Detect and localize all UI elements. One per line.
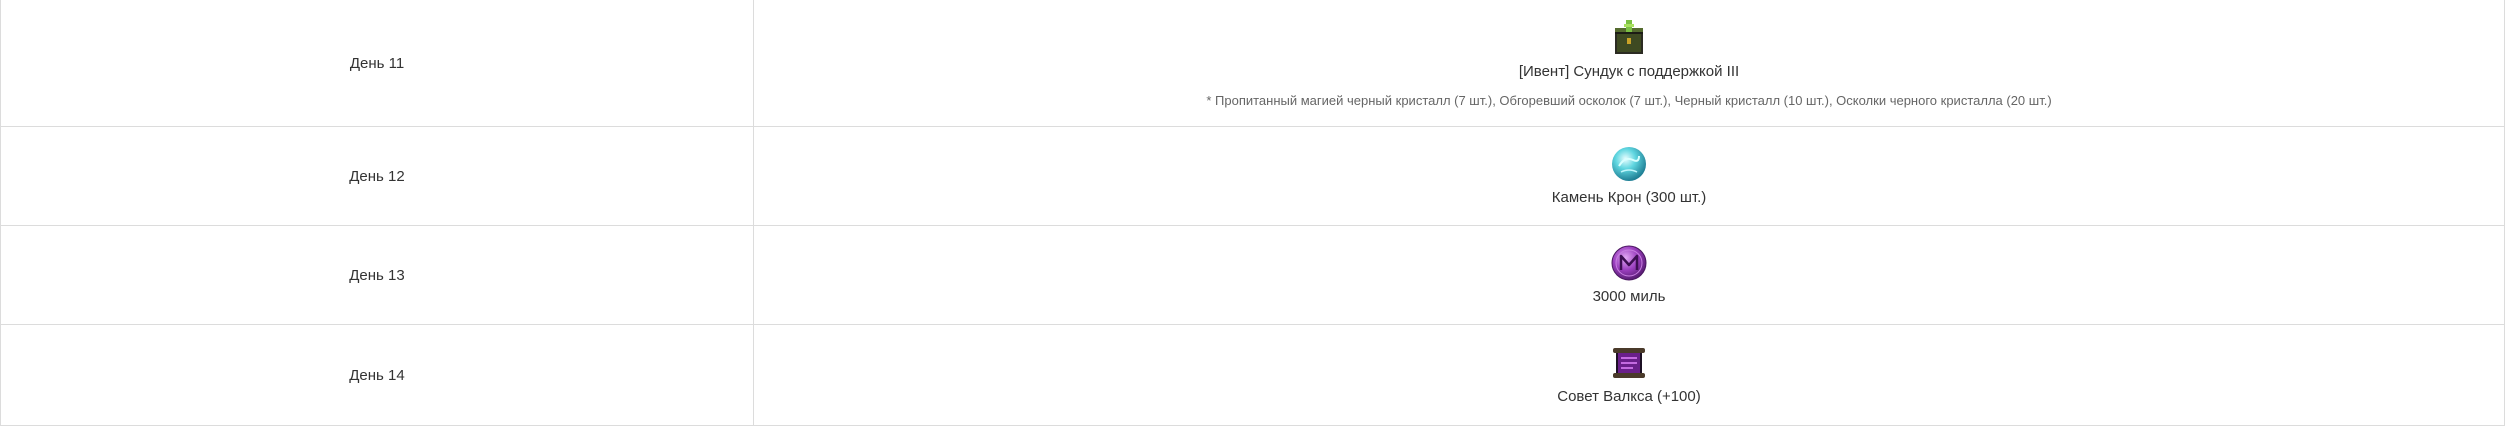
valks-scroll-icon bbox=[1613, 348, 1645, 378]
day-cell: День 13 bbox=[1, 226, 754, 324]
table-row: День 11 [Ивент] Сундук с поддержкой III … bbox=[1, 0, 2504, 126]
day-label: День 11 bbox=[349, 54, 405, 72]
reward-name: [Ивент] Сундук с поддержкой III bbox=[1518, 62, 1740, 80]
day-cell: День 12 bbox=[1, 127, 754, 225]
table-row: День 14 Совет Валкса (+100) bbox=[1, 324, 2504, 425]
reward-cell: 3000 миль bbox=[754, 226, 2504, 324]
rewards-table: День 11 [Ивент] Сундук с поддержкой III … bbox=[0, 0, 2505, 426]
reward-name: Совет Валкса (+100) bbox=[1557, 388, 1701, 405]
reward-cell: [Ивент] Сундук с поддержкой III * Пропит… bbox=[754, 0, 2504, 126]
day-cell: День 14 bbox=[1, 325, 754, 425]
day-label: День 14 bbox=[349, 366, 405, 384]
event-chest-icon bbox=[1615, 19, 1643, 54]
reward-name: Камень Крон (300 шт.) bbox=[1551, 189, 1707, 206]
table-row: День 12 Камень Крон (300 шт.) bbox=[1, 126, 2504, 225]
reward-cell: Совет Валкса (+100) bbox=[754, 325, 2504, 425]
reward-name: 3000 миль bbox=[1592, 288, 1666, 305]
table-row: День 13 3000 миль bbox=[1, 225, 2504, 324]
day-label: День 13 bbox=[349, 266, 405, 284]
crown-stone-icon bbox=[1612, 147, 1646, 181]
reward-note: * Пропитанный магией черный кристалл (7 … bbox=[1206, 92, 2052, 108]
day-label: День 12 bbox=[349, 167, 405, 185]
day-cell: День 11 bbox=[1, 0, 754, 126]
mile-coin-icon bbox=[1611, 245, 1647, 281]
reward-cell: Камень Крон (300 шт.) bbox=[754, 127, 2504, 225]
